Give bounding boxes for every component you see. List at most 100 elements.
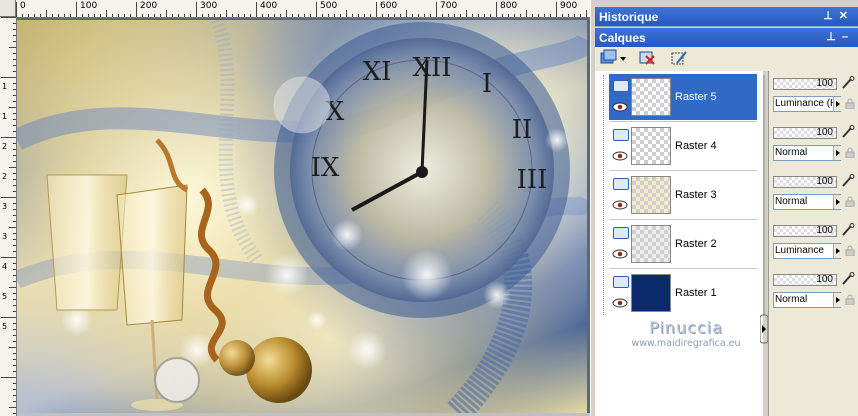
lock-icon[interactable] [845,147,855,158]
ruler-tick [13,203,16,204]
eye-icon[interactable] [612,102,628,112]
ruler-tick [466,10,467,17]
layers-panel-title[interactable]: Calques ⊥– [595,28,858,47]
ruler-tick [52,14,53,17]
blend-mode-select[interactable]: Luminance [773,243,841,259]
ruler-tick [190,14,191,17]
ruler-label: 5 [1,322,8,331]
ruler-tick [13,179,16,180]
brush-icon[interactable] [841,272,855,286]
lock-icon[interactable] [845,98,855,109]
layers-title-text: Calques [599,31,646,45]
layer-thumbnail[interactable] [631,78,671,116]
ruler-tick [100,14,101,17]
layer-type-icon[interactable] [613,227,629,239]
blend-mode-arrow-icon[interactable] [833,146,843,160]
blend-mode-arrow-icon[interactable] [833,293,843,307]
opacity-slider[interactable]: 100 [773,78,837,90]
brush-icon[interactable] [841,223,855,237]
layer-row[interactable]: Raster 3 [609,172,757,218]
layer-row[interactable]: Raster 4 [609,123,757,169]
ruler-tick [226,10,227,17]
ruler-tick [88,14,89,17]
brush-icon[interactable] [841,174,855,188]
blend-mode-select[interactable]: Normal [773,292,841,308]
ruler-tick [13,389,16,390]
layer-thumbnail[interactable] [631,127,671,165]
blend-mode-select[interactable]: Luminance (H) [773,96,841,112]
image-canvas[interactable]: XII I II III XI X IX [17,20,587,413]
delete-layer-icon[interactable] [637,49,657,67]
layer-thumbnail[interactable] [631,225,671,263]
ruler-tick [442,14,443,17]
watermark-name: Pinuccia [649,318,723,337]
ruler-tick [13,233,16,234]
ruler-tick [298,14,299,17]
layer-row[interactable]: Raster 5 [609,74,757,120]
splitter-handle[interactable] [759,75,769,345]
mask-layer-icon[interactable] [669,49,689,67]
blend-mode-select[interactable]: Normal [773,145,841,161]
opacity-value: 100 [816,176,833,187]
ruler-tick [256,2,257,17]
layer-type-icon[interactable] [613,80,629,92]
panel-pin-icon[interactable]: ⊥✕ [823,9,854,22]
ruler-tick [274,14,275,17]
opacity-slider[interactable]: 100 [773,127,837,139]
ruler-tick [9,287,16,288]
ruler-tick [13,53,16,54]
eye-icon[interactable] [612,151,628,161]
ruler-tick [496,2,497,17]
layer-thumbnail[interactable] [631,274,671,312]
eye-icon[interactable] [612,298,628,308]
ruler-tick [34,14,35,17]
layer-name[interactable]: Raster 2 [675,238,717,250]
history-panel-body [595,26,858,27]
brush-icon[interactable] [841,125,855,139]
ruler-label: 600 [380,1,398,11]
lock-icon[interactable] [845,196,855,207]
blend-mode-arrow-icon[interactable] [833,244,843,258]
opacity-slider[interactable]: 100 [773,274,837,286]
layer-type-icon[interactable] [613,276,629,288]
layer-type-icon[interactable] [613,178,629,190]
ruler-tick [13,131,16,132]
blend-mode-select[interactable]: Normal [773,194,841,210]
layer-properties-row: 100 Normal [769,122,858,168]
new-layer-icon[interactable] [599,49,626,67]
layer-name[interactable]: Raster 1 [675,287,717,299]
brush-icon[interactable] [841,76,855,90]
eye-icon[interactable] [612,200,628,210]
layer-properties-list: 100 Luminance (H) 100 Normal 100 Normal 100 Lum… [768,71,858,416]
history-panel-title[interactable]: Historique ⊥✕ [595,7,858,26]
ruler-tick [13,365,16,366]
layer-row[interactable]: Raster 2 [609,221,757,267]
lock-icon[interactable] [845,245,855,256]
layer-name[interactable]: Raster 4 [675,140,717,152]
ruler-tick [13,65,16,66]
ruler-tick [292,14,293,17]
ruler-tick [526,10,527,17]
ruler-tick [178,14,179,17]
layer-properties-row: 100 Luminance [769,220,858,266]
panel-pin-icon[interactable]: ⊥– [826,30,854,43]
opacity-slider[interactable]: 100 [773,176,837,188]
eye-icon[interactable] [612,249,628,259]
ruler-tick [13,401,16,402]
ruler-tick [400,14,401,17]
ruler-tick [64,14,65,17]
ruler-tick [13,281,16,282]
ruler-tick [13,329,16,330]
ruler-tick [148,14,149,17]
layer-type-icon[interactable] [613,129,629,141]
blend-mode-arrow-icon[interactable] [833,97,843,111]
svg-text:II: II [512,115,533,145]
opacity-slider[interactable]: 100 [773,225,837,237]
layer-thumbnail[interactable] [631,176,671,214]
layer-name[interactable]: Raster 3 [675,189,717,201]
lock-icon[interactable] [845,294,855,305]
layer-row[interactable]: Raster 1 [609,270,757,316]
blend-mode-arrow-icon[interactable] [833,195,843,209]
svg-text:I: I [482,69,492,99]
layer-name[interactable]: Raster 5 [675,91,717,103]
